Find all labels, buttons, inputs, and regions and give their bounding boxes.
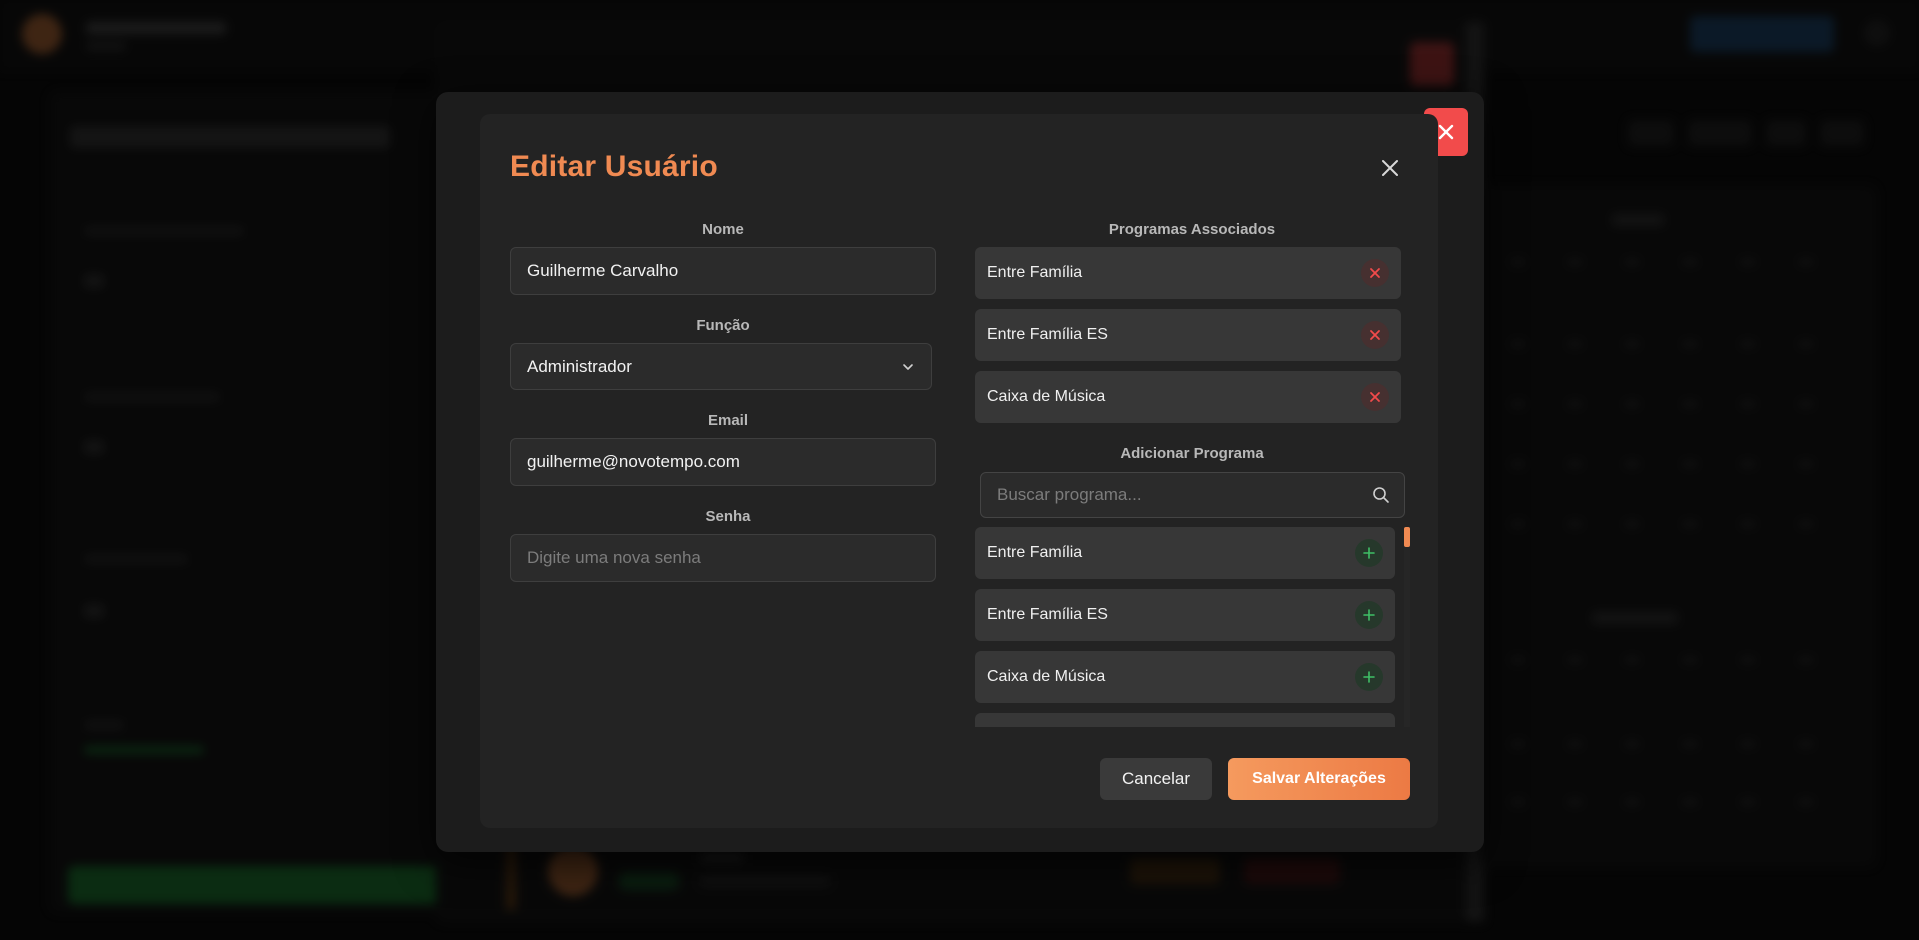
- close-icon: [1370, 392, 1380, 402]
- add-program-button[interactable]: [1355, 539, 1383, 567]
- add-program-button[interactable]: [1355, 663, 1383, 691]
- list-scrollbar[interactable]: [1404, 527, 1410, 727]
- associated-programs-label: Programas Associados: [1108, 221, 1276, 238]
- associated-program-name: Entre Família ES: [987, 326, 1108, 343]
- add-program-button[interactable]: [1355, 601, 1383, 629]
- add-program-label: Adicionar Programa: [1120, 445, 1264, 462]
- list-scrollbar-thumb[interactable]: [1404, 527, 1410, 547]
- role-select[interactable]: Administrador: [510, 343, 932, 390]
- page-title: Editar Usuário: [510, 150, 718, 183]
- list-item: Caixa de Música: [975, 651, 1395, 703]
- plus-icon: [1363, 609, 1375, 621]
- remove-program-button[interactable]: [1361, 259, 1389, 287]
- close-icon: [1438, 124, 1454, 140]
- list-item: Entre Família: [975, 527, 1395, 579]
- name-label: Nome: [702, 221, 744, 238]
- card-close-button[interactable]: [1376, 154, 1404, 182]
- remove-program-button[interactable]: [1361, 383, 1389, 411]
- password-label: Senha: [705, 508, 751, 525]
- save-button[interactable]: Salvar Alterações: [1228, 758, 1410, 800]
- list-item: Entre Família ES: [975, 589, 1395, 641]
- available-program-name: Caixa de Música: [987, 668, 1106, 685]
- available-programs-list: Entre Família Entre Família ES Caixa de …: [975, 527, 1411, 727]
- available-program-name: Entre Família: [987, 544, 1083, 561]
- associated-program-item: Entre Família: [975, 247, 1401, 299]
- associated-program-item: Entre Família ES: [975, 309, 1401, 361]
- plus-icon: [1363, 671, 1375, 683]
- associated-program-name: Caixa de Música: [987, 388, 1106, 405]
- chevron-down-icon: [903, 363, 913, 370]
- plus-icon: [1363, 547, 1375, 559]
- close-icon: [1382, 160, 1398, 176]
- page: Editar Usuário Nome Guilherme Carvalho F…: [0, 0, 1919, 940]
- close-icon: [1370, 268, 1380, 278]
- role-label: Função: [696, 317, 750, 334]
- available-program-name: Entre Família ES: [987, 606, 1108, 623]
- email-field[interactable]: guilherme@novotempo.com: [510, 438, 936, 486]
- program-search: [980, 472, 1405, 518]
- password-field[interactable]: Digite uma nova senha: [510, 534, 936, 582]
- close-icon: [1370, 330, 1380, 340]
- cancel-button[interactable]: Cancelar: [1100, 758, 1212, 800]
- email-label: Email: [707, 412, 749, 429]
- associated-program-item: Caixa de Música: [975, 371, 1401, 423]
- search-input[interactable]: [981, 473, 1361, 517]
- role-select-value: Administrador: [527, 356, 632, 376]
- search-icon[interactable]: [1372, 486, 1390, 504]
- list-item: [975, 713, 1395, 727]
- name-field[interactable]: Guilherme Carvalho: [510, 247, 936, 295]
- associated-program-name: Entre Família: [987, 264, 1083, 281]
- remove-program-button[interactable]: [1361, 321, 1389, 349]
